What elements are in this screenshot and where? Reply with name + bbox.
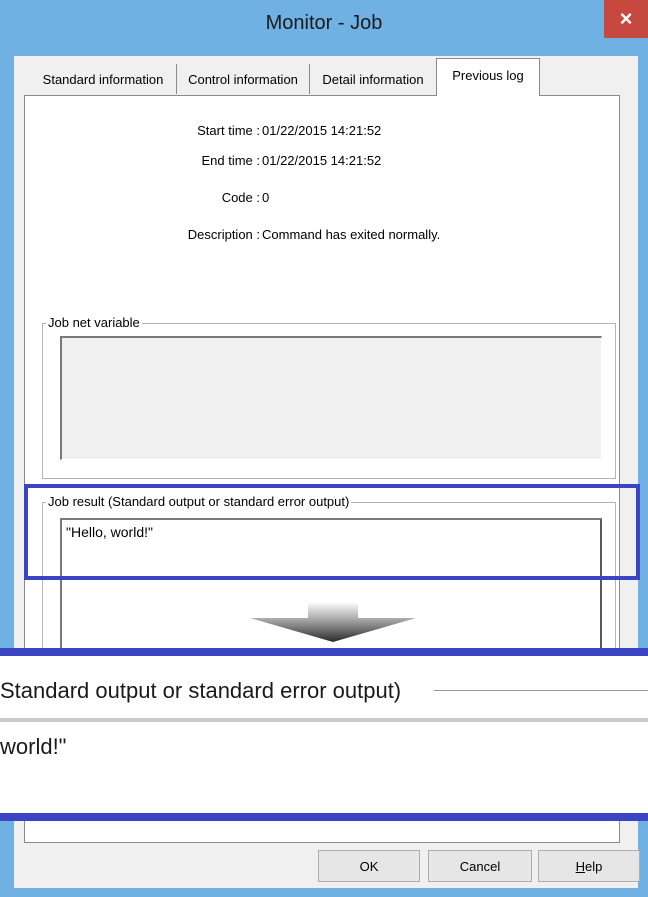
- tab-previous-log[interactable]: Previous log: [436, 60, 540, 90]
- code-value: 0: [262, 190, 270, 205]
- zoom-callout-value: world!": [0, 734, 67, 759]
- zoom-callout-bottom-border: [0, 813, 648, 821]
- help-label-rest: elp: [585, 858, 603, 874]
- close-icon[interactable]: ×: [604, 0, 648, 38]
- zoom-callout-top-border: [0, 648, 648, 656]
- start-time-label: Start time :: [197, 123, 260, 138]
- code-label: Code :: [221, 190, 260, 205]
- help-mnemonic: H: [575, 858, 586, 874]
- end-time-value: 01/22/2015 14:21:52: [262, 153, 382, 168]
- description-label: Description :: [187, 227, 260, 242]
- tab-detail-information[interactable]: Detail information: [310, 64, 436, 94]
- job-net-variable-field[interactable]: [60, 336, 602, 460]
- zoom-callout-field-border: [0, 718, 648, 722]
- cancel-button[interactable]: Cancel: [428, 850, 532, 882]
- tab-standard-information[interactable]: Standard information: [30, 64, 177, 94]
- zoom-arrow-icon: [250, 602, 416, 642]
- tab-control-information[interactable]: Control information: [177, 64, 310, 94]
- description-value: Command has exited normally.: [262, 227, 441, 242]
- ok-button[interactable]: OK: [318, 850, 420, 882]
- zoom-callout-title: Standard output or standard error output…: [0, 678, 402, 703]
- zoom-callout-groupline: [434, 690, 648, 691]
- start-time-value: 01/22/2015 14:21:52: [262, 123, 382, 138]
- tab-panel-bottom: [24, 821, 620, 843]
- end-time-label: End time :: [201, 153, 260, 168]
- help-button[interactable]: Help: [538, 850, 640, 882]
- window-title: Monitor - Job: [265, 12, 383, 34]
- job-result-highlight: [24, 484, 640, 580]
- job-net-variable-title: Job net variable: [46, 315, 142, 330]
